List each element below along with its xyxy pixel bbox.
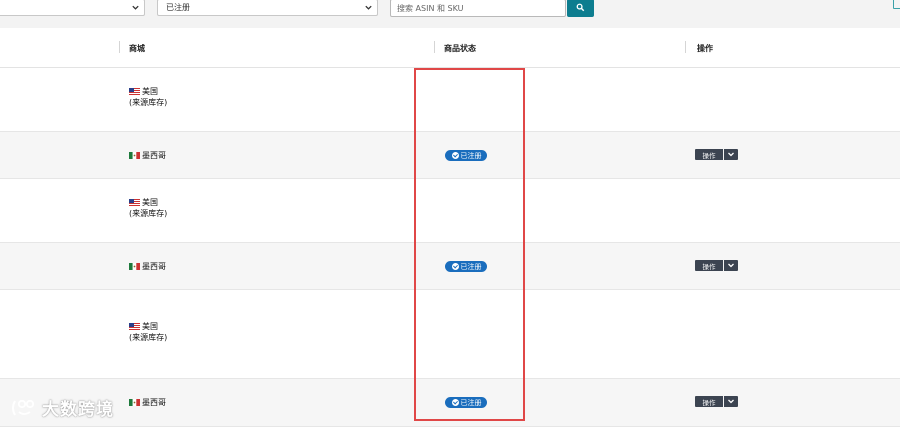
header-marketplace: 商城 bbox=[129, 44, 145, 53]
status-filter-dropdown[interactable]: 已注册 bbox=[157, 0, 378, 16]
marketplace-name: 美国 bbox=[142, 87, 158, 96]
column-divider bbox=[434, 41, 435, 53]
marketplace-name: 墨西哥 bbox=[142, 398, 166, 407]
action-button-group[interactable]: 操作 bbox=[695, 260, 738, 271]
action-button-group[interactable]: 操作 bbox=[695, 396, 738, 407]
action-dropdown-toggle[interactable] bbox=[724, 149, 738, 160]
marketplace-note: (来源库存) bbox=[129, 98, 168, 107]
header-status: 商品状态 bbox=[444, 44, 476, 53]
search-icon bbox=[576, 3, 585, 12]
action-button-group[interactable]: 操作 bbox=[695, 149, 738, 160]
mx-flag-icon bbox=[129, 152, 140, 159]
action-dropdown-toggle[interactable] bbox=[724, 396, 738, 407]
chevron-down-icon bbox=[365, 5, 372, 10]
action-dropdown-toggle[interactable] bbox=[724, 260, 738, 271]
column-divider bbox=[119, 41, 120, 53]
us-flag-icon bbox=[129, 199, 140, 206]
mx-flag-icon bbox=[129, 399, 140, 406]
marketplace-note: (来源库存) bbox=[129, 209, 168, 218]
marketplace-cell: 墨西哥 bbox=[129, 261, 166, 272]
column-divider bbox=[685, 41, 686, 53]
marketplace-name: 美国 bbox=[142, 198, 158, 207]
action-button[interactable]: 操作 bbox=[695, 260, 723, 271]
highlight-box bbox=[414, 68, 525, 421]
edge-button[interactable] bbox=[893, 0, 900, 9]
chevron-down-icon bbox=[728, 152, 734, 157]
table-header: 商城 商品状态 操作 bbox=[0, 29, 900, 68]
filter-dropdown[interactable] bbox=[0, 0, 145, 16]
search-button[interactable] bbox=[567, 0, 594, 17]
action-button[interactable]: 操作 bbox=[695, 149, 723, 160]
search-placeholder: 搜索 ASIN 和 SKU bbox=[397, 4, 464, 13]
filter-bar: 已注册 搜索 ASIN 和 SKU bbox=[0, 0, 900, 28]
chevron-down-icon bbox=[728, 263, 734, 268]
header-actions: 操作 bbox=[697, 44, 713, 53]
action-button[interactable]: 操作 bbox=[695, 396, 723, 407]
mx-flag-icon bbox=[129, 263, 140, 270]
search-input[interactable]: 搜索 ASIN 和 SKU bbox=[390, 0, 566, 17]
us-flag-icon bbox=[129, 88, 140, 95]
marketplace-cell: 墨西哥 bbox=[129, 150, 166, 161]
marketplace-name: 美国 bbox=[142, 322, 158, 331]
watermark-logo-icon bbox=[12, 399, 35, 415]
marketplace-cell: 墨西哥 bbox=[129, 397, 166, 408]
chevron-down-icon bbox=[728, 399, 734, 404]
us-flag-icon bbox=[129, 323, 140, 330]
watermark: 大数跨境 bbox=[10, 395, 114, 420]
marketplace-name: 墨西哥 bbox=[142, 262, 166, 271]
marketplace-note: (来源库存) bbox=[129, 333, 168, 342]
marketplace-cell: 美国 (来源库存) bbox=[129, 321, 167, 343]
marketplace-cell: 美国 (来源库存) bbox=[129, 197, 167, 219]
status-filter-value: 已注册 bbox=[166, 3, 190, 12]
chevron-down-icon bbox=[132, 5, 139, 10]
watermark-text: 大数跨境 bbox=[42, 400, 114, 420]
marketplace-cell: 美国 (来源库存) bbox=[129, 86, 167, 108]
marketplace-name: 墨西哥 bbox=[142, 151, 166, 160]
